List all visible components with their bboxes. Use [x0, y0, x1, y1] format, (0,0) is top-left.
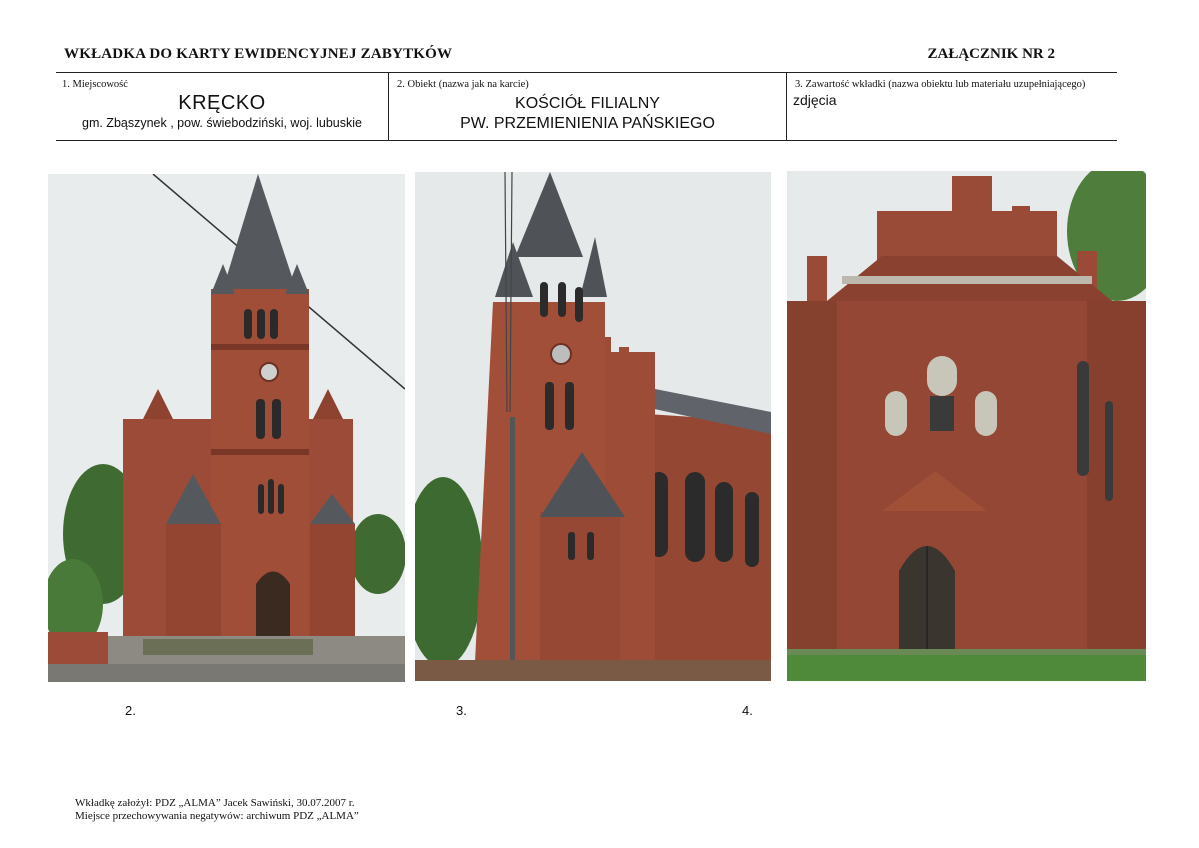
place-cell: 1. Miejscowość KRĘCKO gm. Zbąszynek , po…: [56, 73, 389, 140]
negatives-storage-line: Miejsce przechowywania negatywów: archiw…: [75, 810, 359, 822]
photo-number: 2.: [125, 703, 136, 718]
document-title: WKŁADKA DO KARTY EWIDENCYJNEJ ZABYTKÓW: [64, 46, 453, 62]
content-value: zdjęcia: [793, 92, 837, 108]
attachment-number: ZAŁĄCZNIK NR 2: [927, 46, 1055, 62]
content-caption: 3. Zawartość wkładki (nazwa obiektu lub …: [795, 79, 1086, 90]
place-name: KRĘCKO: [178, 92, 266, 114]
object-cell: 2. Obiekt (nazwa jak na karcie) KOŚCIÓŁ …: [389, 73, 787, 140]
object-name-line1: KOŚCIÓŁ FILIALNY: [515, 95, 660, 112]
photo-number: 3.: [456, 703, 467, 718]
photo-number: 4.: [742, 703, 753, 718]
photo-church-apse: [787, 171, 1146, 681]
object-name-line2: PW. PRZEMIENIENIA PAŃSKIEGO: [460, 115, 715, 132]
object-caption: 2. Obiekt (nazwa jak na karcie): [397, 79, 529, 90]
content-cell: 3. Zawartość wkładki (nazwa obiektu lub …: [787, 73, 1117, 140]
place-details: gm. Zbąszynek , pow. świebodziński, woj.…: [82, 116, 362, 130]
photo-church-front: [48, 174, 405, 682]
record-form-table: 1. Miejscowość KRĘCKO gm. Zbąszynek , po…: [56, 72, 1117, 141]
footer: Wkładkę założył: PDZ „ALMA” Jacek Sawińs…: [75, 797, 359, 823]
photo-church-side: [415, 172, 771, 681]
place-caption: 1. Miejscowość: [62, 79, 128, 90]
author-line: Wkładkę założył: PDZ „ALMA” Jacek Sawińs…: [75, 797, 355, 809]
